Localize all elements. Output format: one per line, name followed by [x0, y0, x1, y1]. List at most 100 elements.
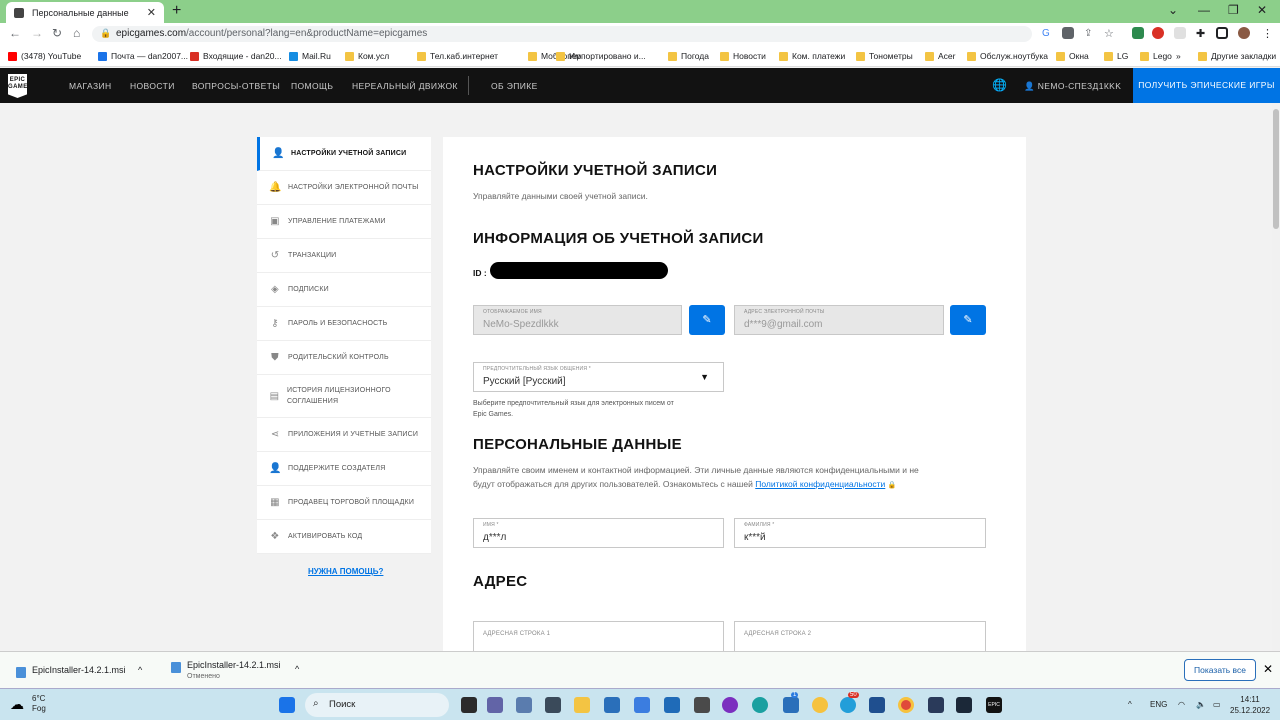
sidebar-item[interactable]: ⋖ ПРИЛОЖЕНИЯ И УЧЕТНЫЕ ЗАПИСИ	[257, 418, 431, 452]
display-name-field[interactable]: ОТОБРАЖАЕМОЕ ИМЯ NeMo-Spezdlkkk	[473, 305, 682, 335]
epic-launcher-icon[interactable]: EPIC	[986, 697, 1002, 713]
bookmark-item[interactable]: Тонометры	[856, 51, 913, 61]
show-all-downloads-button[interactable]: Показать все	[1184, 659, 1256, 681]
address-line-2-field[interactable]: АДРЕСНАЯ СТРОКА 2	[734, 621, 986, 651]
mail-icon[interactable]	[664, 697, 680, 713]
close-downloads-icon[interactable]: ✕	[1263, 662, 1273, 676]
bookmark-item[interactable]: Lego	[1140, 51, 1172, 61]
wifi-icon[interactable]: ◠	[1178, 700, 1185, 709]
edit-email-button[interactable]: ✎	[950, 305, 986, 335]
calculator-icon[interactable]	[694, 697, 710, 713]
nav-news[interactable]: НОВОСТИ	[130, 81, 175, 91]
bookmark-item[interactable]: Почта — dan2007...	[98, 51, 188, 61]
globe-icon[interactable]: 🌐	[992, 78, 1007, 92]
edge-icon[interactable]	[752, 697, 768, 713]
share-page-icon[interactable]: ⇪	[1084, 28, 1096, 40]
sidebar-item[interactable]: 👤 НАСТРОЙКИ УЧЕТНОЙ ЗАПИСИ	[257, 137, 431, 171]
nav-help[interactable]: ПОМОЩЬ	[291, 81, 333, 91]
chrome-canary-icon[interactable]	[812, 697, 828, 713]
language-indicator[interactable]: ENG	[1150, 700, 1167, 709]
language-select[interactable]: ПРЕДПОЧТИТЕЛЬНЫЙ ЯЗЫК ОБЩЕНИЯ * Русский …	[473, 362, 724, 392]
email-field[interactable]: АДРЕС ЭЛЕКТРОННОЙ ПОЧТЫ d***9@gmail.com	[734, 305, 944, 335]
extension-icon[interactable]	[1174, 27, 1186, 39]
sidebar-item[interactable]: ⛊ РОДИТЕЛЬСКИЙ КОНТРОЛЬ	[257, 341, 431, 375]
close-tab-icon[interactable]: ✕	[147, 6, 156, 19]
get-epic-games-button[interactable]: ПОЛУЧИТЬ ЭПИЧЕСКИЕ ИГРЫ	[1133, 68, 1280, 103]
menu-kebab-icon[interactable]: ⋮	[1262, 27, 1274, 40]
steam-icon[interactable]	[956, 697, 972, 713]
calendar-icon[interactable]	[634, 697, 650, 713]
url-bar[interactable]: 🔒 epicgames.com/account/personal?lang=en…	[92, 26, 1032, 42]
user-menu[interactable]: 👤 NEMO-СПЕЗД1КKK	[1024, 81, 1121, 92]
battery-icon[interactable]: ▭	[1213, 700, 1221, 709]
bookmark-item[interactable]: Новости	[720, 51, 766, 61]
new-tab-icon[interactable]: +	[172, 2, 181, 20]
sidebar-item[interactable]: ▦ ПРОДАВЕЦ ТОРГОВОЙ ПЛОЩАДКИ	[257, 486, 431, 520]
bookmark-item[interactable]: Тел.каб.интернет	[417, 51, 498, 61]
bookmark-item[interactable]: LG	[1104, 51, 1128, 61]
store-icon[interactable]	[604, 697, 620, 713]
weather-widget[interactable]: 6°C Fog	[32, 694, 46, 714]
sidebar-item[interactable]: ▣ УПРАВЛЕНИЕ ПЛАТЕЖАМИ	[257, 205, 431, 239]
tab-search-icon[interactable]: ⌄	[1168, 3, 1178, 17]
bookmark-item[interactable]: Ком. платежи	[779, 51, 845, 61]
nav-faq[interactable]: ВОПРОСЫ-ОТВЕТЫ	[192, 81, 280, 91]
nav-store[interactable]: МАГАЗИН	[69, 81, 112, 91]
profile-avatar-icon[interactable]	[1238, 27, 1250, 39]
address-line-1-field[interactable]: АДРЕСНАЯ СТРОКА 1	[473, 621, 724, 651]
translate-icon[interactable]	[1062, 27, 1074, 39]
file-explorer-icon[interactable]	[574, 697, 590, 713]
windows-start-icon[interactable]	[279, 697, 295, 713]
tray-chevron-icon[interactable]: ^	[1128, 700, 1132, 709]
extensions-puzzle-icon[interactable]: ✚	[1196, 27, 1208, 40]
nav-about-epic[interactable]: ОБ ЭПИКЕ	[491, 81, 538, 91]
chevron-up-icon[interactable]: ^	[295, 664, 299, 674]
volume-icon[interactable]: 🔈	[1196, 700, 1206, 709]
bookmark-item[interactable]: Окна	[1056, 51, 1089, 61]
chevron-up-icon[interactable]: ^	[138, 665, 142, 675]
bookmark-item[interactable]: Импортировано и...	[556, 51, 646, 61]
nav-unreal-engine[interactable]: НЕРЕАЛЬНЫЙ ДВИЖОК	[352, 81, 458, 91]
taskbar-clock[interactable]: 14:11 25.12.2022	[1230, 694, 1270, 716]
minimize-icon[interactable]: —	[1198, 3, 1210, 17]
sidebar-item[interactable]: ▤ ИСТОРИЯ ЛИЦЕНЗИОННОГО СОГЛАШЕНИЯ	[257, 375, 431, 418]
home-icon[interactable]: ⌂	[73, 26, 80, 40]
sidebar-item[interactable]: 👤 ПОДДЕРЖИТЕ СОЗДАТЕЛЯ	[257, 452, 431, 486]
reload-icon[interactable]: ↻	[52, 26, 62, 40]
settings-icon[interactable]	[516, 697, 532, 713]
app-icon[interactable]	[545, 697, 561, 713]
telegram-icon[interactable]: 50	[840, 692, 859, 713]
download-item[interactable]: EpicInstaller-14.2.1.msi ^	[16, 665, 142, 678]
privacy-policy-link[interactable]: Политикой конфиденциальности	[755, 479, 885, 489]
close-window-icon[interactable]: ✕	[1257, 3, 1267, 17]
app-badge-icon[interactable]: 1	[783, 692, 799, 713]
google-icon[interactable]: G	[1042, 28, 1054, 40]
bookmark-item[interactable]: Mail.Ru	[289, 51, 331, 61]
sidepanel-icon[interactable]	[1216, 27, 1228, 39]
bookmark-item[interactable]: Acer	[925, 51, 955, 61]
epic-games-logo[interactable]: EPIC GAMES	[8, 74, 27, 98]
bookmark-item[interactable]: Входящие - dan20...	[190, 51, 282, 61]
maximize-icon[interactable]: ❐	[1228, 3, 1239, 17]
task-view-icon[interactable]	[461, 697, 477, 713]
bookmark-item[interactable]: (3478) YouTube	[8, 51, 81, 61]
first-name-field[interactable]: ИМЯ * д***л	[473, 518, 724, 548]
back-icon[interactable]: ←	[9, 26, 21, 40]
sidebar-item[interactable]: ◈ ПОДПИСКИ	[257, 273, 431, 307]
need-help-link[interactable]: НУЖНА ПОМОЩЬ?	[308, 567, 383, 576]
bookmark-item[interactable]: Погода	[668, 51, 709, 61]
extension-s-icon[interactable]	[1132, 27, 1144, 39]
other-bookmarks[interactable]: Другие закладки	[1198, 51, 1276, 61]
bookmarks-overflow-icon[interactable]: »	[1176, 51, 1181, 61]
adblock-icon[interactable]	[1152, 27, 1164, 39]
last-name-field[interactable]: ФАМИЛИЯ * к***й	[734, 518, 986, 548]
chrome-icon[interactable]	[898, 697, 914, 713]
bookmark-item[interactable]: Ком.усл	[345, 51, 389, 61]
forward-icon[interactable]: →	[31, 26, 43, 40]
app-icon[interactable]	[869, 697, 885, 713]
page-scrollbar[interactable]	[1272, 103, 1280, 651]
browser-tab[interactable]: Персональные данные ✕	[6, 2, 164, 23]
app-icon[interactable]	[928, 697, 944, 713]
edit-display-name-button[interactable]: ✎	[689, 305, 725, 335]
sidebar-item[interactable]: ❖ АКТИВИРОВАТЬ КОД	[257, 520, 431, 554]
